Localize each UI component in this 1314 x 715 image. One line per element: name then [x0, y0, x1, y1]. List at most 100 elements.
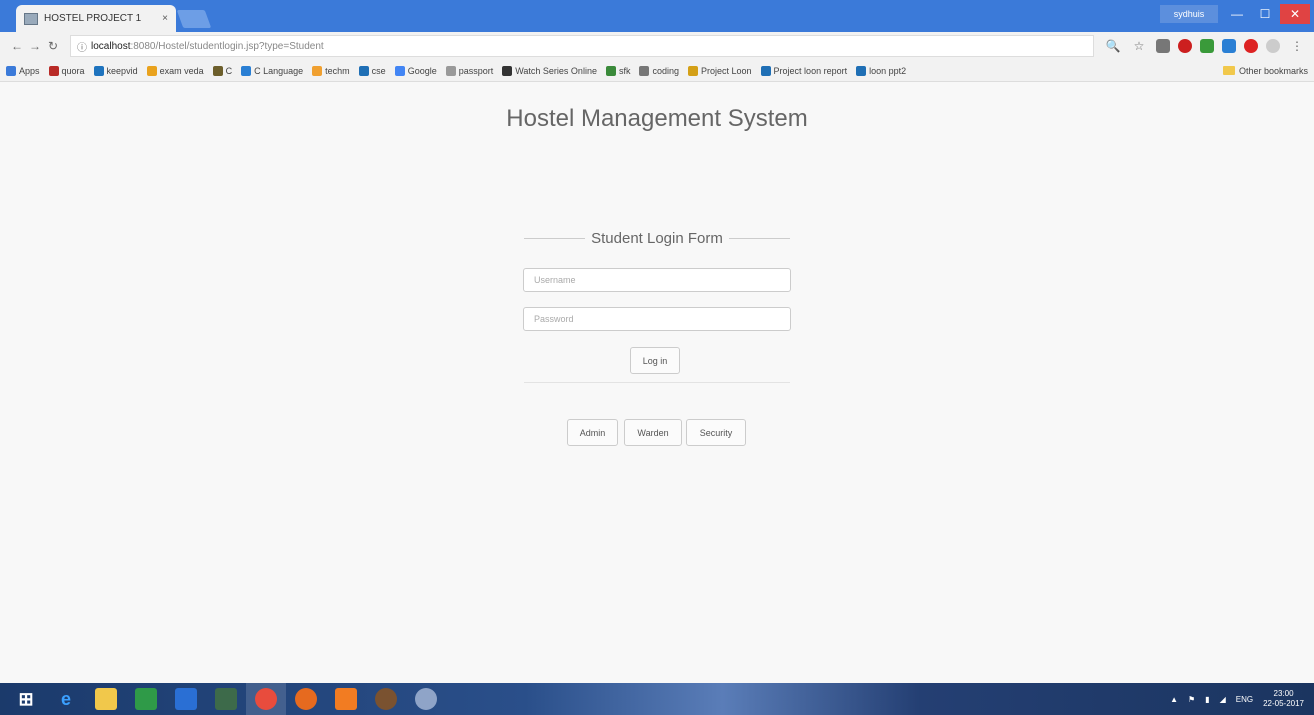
- taskbar-app[interactable]: [206, 683, 246, 715]
- browser-tab[interactable]: HOSTEL PROJECT 1 ×: [16, 5, 176, 32]
- bookmark-item[interactable]: C: [212, 65, 232, 76]
- bookmark-item[interactable]: techm: [312, 65, 350, 76]
- bookmark-item[interactable]: quora: [48, 65, 85, 76]
- bookmark-label: keepvid: [106, 65, 138, 76]
- bookmark-icon: [93, 65, 104, 76]
- bookmark-label: exam veda: [159, 65, 204, 76]
- bookmark-item[interactable]: keepvid: [93, 65, 138, 76]
- page-content: Hostel Management System Student Login F…: [0, 83, 1314, 683]
- bookmark-label: cse: [371, 65, 386, 76]
- bookmark-item[interactable]: coding: [639, 65, 679, 76]
- tab-title: HOSTEL PROJECT 1: [44, 13, 142, 24]
- url-host: localhost: [91, 40, 131, 52]
- page-favicon-icon: [24, 12, 38, 25]
- security-button[interactable]: Security: [686, 419, 746, 446]
- bookmark-icon: [856, 65, 867, 76]
- bookmark-item[interactable]: C Language: [241, 65, 304, 76]
- clock-date: 22-05-2017: [1263, 699, 1304, 708]
- info-icon[interactable]: ⓘ: [77, 39, 87, 54]
- photos-icon: [215, 688, 237, 710]
- bookmark-label: Project loon report: [773, 65, 848, 76]
- store-icon: [135, 688, 157, 710]
- form-divider: [524, 382, 790, 383]
- chrome-icon: [255, 688, 277, 710]
- flag-icon[interactable]: ⚑: [1188, 695, 1195, 704]
- adblock-icon[interactable]: [1244, 39, 1258, 53]
- bookmark-label: quora: [61, 65, 85, 76]
- windows-logo-icon: ⊞: [18, 688, 34, 709]
- bookmark-label: coding: [652, 65, 679, 76]
- username-input[interactable]: [523, 268, 791, 292]
- system-tray: ▲ ⚑ ▮ ◢ ENG 23:00 22-05-2017: [1170, 689, 1314, 709]
- new-tab-button[interactable]: [176, 10, 212, 28]
- xampp-icon: [335, 688, 357, 710]
- extension-icon[interactable]: [1156, 39, 1170, 53]
- page-title: Hostel Management System: [506, 105, 808, 132]
- bookmark-icon: [146, 65, 157, 76]
- extension-icon[interactable]: [1222, 39, 1236, 53]
- bookmark-star-icon[interactable]: ☆: [1130, 39, 1148, 53]
- bookmark-icon: [6, 65, 16, 76]
- taskbar-app[interactable]: [166, 683, 206, 715]
- tray-chevron-icon[interactable]: ▲: [1170, 695, 1178, 704]
- taskbar-xampp[interactable]: [326, 683, 366, 715]
- bookmark-icon: [760, 65, 771, 76]
- form-legend-text: Student Login Form: [591, 229, 723, 247]
- bookmark-item[interactable]: exam veda: [146, 65, 204, 76]
- forward-icon[interactable]: →: [26, 39, 44, 53]
- other-bookmarks[interactable]: Other bookmarks: [1222, 66, 1308, 76]
- language-indicator[interactable]: ENG: [1236, 695, 1253, 704]
- taskbar-chrome[interactable]: [246, 683, 286, 715]
- tab-close-icon[interactable]: ×: [162, 13, 168, 24]
- eclipse-icon: [415, 688, 437, 710]
- clock[interactable]: 23:00 22-05-2017: [1263, 689, 1304, 709]
- extension-icon[interactable]: [1200, 39, 1214, 53]
- bookmark-label: C Language: [254, 65, 304, 76]
- taskbar-explorer[interactable]: [86, 683, 126, 715]
- extension-icon[interactable]: [1266, 39, 1280, 53]
- bookmark-item[interactable]: Watch Series Online: [502, 65, 597, 76]
- bookmark-label: Watch Series Online: [515, 65, 597, 76]
- taskbar-store[interactable]: [126, 683, 166, 715]
- bookmark-item[interactable]: Apps: [6, 65, 40, 76]
- dropbox-icon: [175, 688, 197, 710]
- taskbar-firefox[interactable]: [286, 683, 326, 715]
- bookmark-item[interactable]: Project Loon: [688, 65, 752, 76]
- minimize-button[interactable]: —: [1224, 4, 1250, 24]
- bookmark-label: Google: [407, 65, 437, 76]
- taskbar-app[interactable]: [366, 683, 406, 715]
- bookmark-item[interactable]: loon ppt2: [856, 65, 907, 76]
- internet-explorer-icon: e: [60, 688, 71, 709]
- bookmark-label: Apps: [19, 65, 40, 76]
- profile-badge[interactable]: sydhuis: [1160, 5, 1218, 23]
- bookmark-icon: [358, 65, 369, 76]
- bookmark-item[interactable]: passport: [445, 65, 493, 76]
- reload-icon[interactable]: ↻: [44, 39, 62, 53]
- bookmark-item[interactable]: cse: [358, 65, 386, 76]
- admin-button[interactable]: Admin: [567, 419, 618, 446]
- login-button[interactable]: Log in: [630, 347, 680, 374]
- opera-icon[interactable]: [1178, 39, 1192, 53]
- address-bar[interactable]: ⓘ localhost :8080/Hostel/studentlogin.js…: [70, 35, 1094, 57]
- url-path: :8080/Hostel/studentlogin.jsp?type=Stude…: [130, 40, 324, 52]
- bookmark-icon: [48, 65, 59, 76]
- zoom-icon[interactable]: 🔍: [1104, 39, 1122, 53]
- bookmark-label: techm: [325, 65, 350, 76]
- close-window-button[interactable]: ✕: [1280, 4, 1310, 24]
- back-icon[interactable]: ←: [8, 39, 26, 53]
- bookmark-item[interactable]: Project loon report: [760, 65, 848, 76]
- bookmark-icon: [445, 65, 456, 76]
- maximize-button[interactable]: ☐: [1252, 4, 1278, 24]
- network-icon[interactable]: ◢: [1220, 695, 1226, 704]
- bookmark-label: loon ppt2: [869, 65, 907, 76]
- start-button[interactable]: ⊞: [6, 683, 46, 715]
- taskbar-eclipse[interactable]: [406, 683, 446, 715]
- password-input[interactable]: [523, 307, 791, 331]
- warden-button[interactable]: Warden: [624, 419, 682, 446]
- taskbar-ie[interactable]: e: [46, 683, 86, 715]
- battery-icon[interactable]: ▮: [1205, 695, 1209, 704]
- bookmark-item[interactable]: sfk: [605, 65, 630, 76]
- bookmark-icon: [605, 65, 616, 76]
- menu-icon[interactable]: ⋮: [1288, 39, 1306, 53]
- bookmark-item[interactable]: Google: [394, 65, 437, 76]
